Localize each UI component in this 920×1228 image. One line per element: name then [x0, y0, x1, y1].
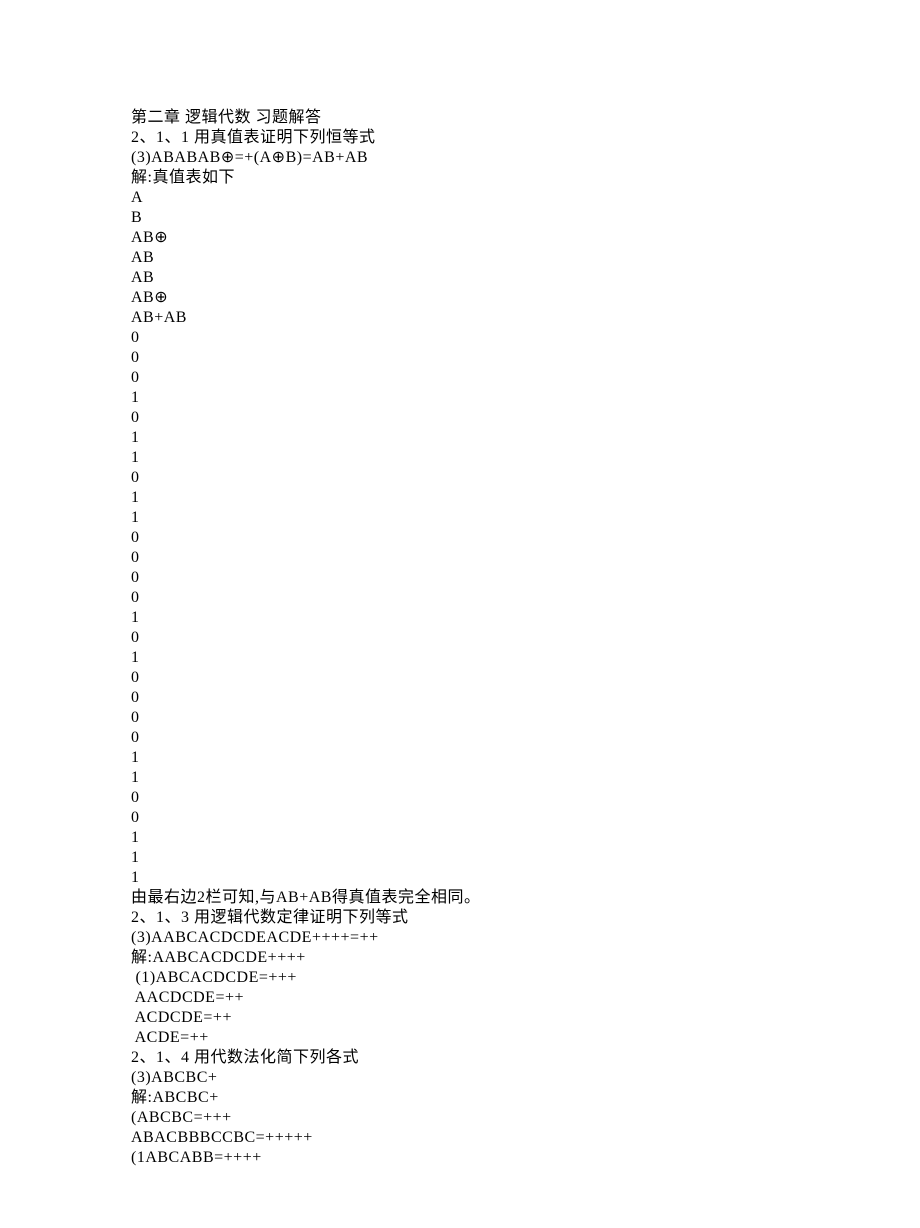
text-line: (3)ABCBC+ [131, 1068, 789, 1088]
text-line: 2、1、1 用真值表证明下列恒等式 [131, 128, 789, 148]
text-line: 解:ABCBC+ [131, 1088, 789, 1108]
text-line: 1 [131, 748, 789, 768]
text-line: 0 [131, 688, 789, 708]
text-line: AB⊕ [131, 228, 789, 248]
text-line: 2、1、3 用逻辑代数定律证明下列等式 [131, 908, 789, 928]
text-line: 1 [131, 848, 789, 868]
text-line: AB [131, 248, 789, 268]
text-line: (1)ABCACDCDE=+++ [131, 968, 789, 988]
text-line: (ABCBC=+++ [131, 1108, 789, 1128]
text-line: (3)AABCACDCDEACDE++++=++ [131, 928, 789, 948]
text-line: 0 [131, 368, 789, 388]
text-line: AB⊕ [131, 288, 789, 308]
text-line: 1 [131, 488, 789, 508]
text-line: AACDCDE=++ [131, 988, 789, 1008]
text-line: 1 [131, 388, 789, 408]
document-page: 第二章 逻辑代数 习题解答2、1、1 用真值表证明下列恒等式(3)ABABAB⊕… [0, 0, 920, 1228]
text-line: 1 [131, 648, 789, 668]
text-line: AB+AB [131, 308, 789, 328]
text-line: 0 [131, 808, 789, 828]
text-line: A [131, 188, 789, 208]
text-line: 0 [131, 668, 789, 688]
document-body: 第二章 逻辑代数 习题解答2、1、1 用真值表证明下列恒等式(3)ABABAB⊕… [131, 108, 789, 1168]
text-line: (3)ABABAB⊕=+(A⊕B)=AB+AB [131, 148, 789, 168]
text-line: 0 [131, 548, 789, 568]
text-line: 解:AABCACDCDE++++ [131, 948, 789, 968]
text-line: 1 [131, 868, 789, 888]
text-line: 1 [131, 508, 789, 528]
text-line: 0 [131, 348, 789, 368]
text-line: 0 [131, 708, 789, 728]
text-line: 1 [131, 428, 789, 448]
text-line: 0 [131, 788, 789, 808]
text-line: AB [131, 268, 789, 288]
text-line: 第二章 逻辑代数 习题解答 [131, 108, 789, 128]
text-line: 0 [131, 408, 789, 428]
text-line: 0 [131, 468, 789, 488]
text-line: 由最右边2栏可知,与AB+AB得真值表完全相同。 [131, 888, 789, 908]
text-line: 0 [131, 528, 789, 548]
text-line: B [131, 208, 789, 228]
text-line: 0 [131, 588, 789, 608]
text-line: (1ABCABB=++++ [131, 1148, 789, 1168]
text-line: 2、1、4 用代数法化简下列各式 [131, 1048, 789, 1068]
text-line: 0 [131, 628, 789, 648]
text-line: ACDE=++ [131, 1028, 789, 1048]
text-line: 0 [131, 328, 789, 348]
text-line: 0 [131, 728, 789, 748]
text-line: 0 [131, 568, 789, 588]
text-line: 1 [131, 828, 789, 848]
text-line: 1 [131, 448, 789, 468]
text-line: 1 [131, 768, 789, 788]
text-line: 解:真值表如下 [131, 168, 789, 188]
text-line: ACDCDE=++ [131, 1008, 789, 1028]
text-line: 1 [131, 608, 789, 628]
text-line: ABACBBBCCBC=+++++ [131, 1128, 789, 1148]
